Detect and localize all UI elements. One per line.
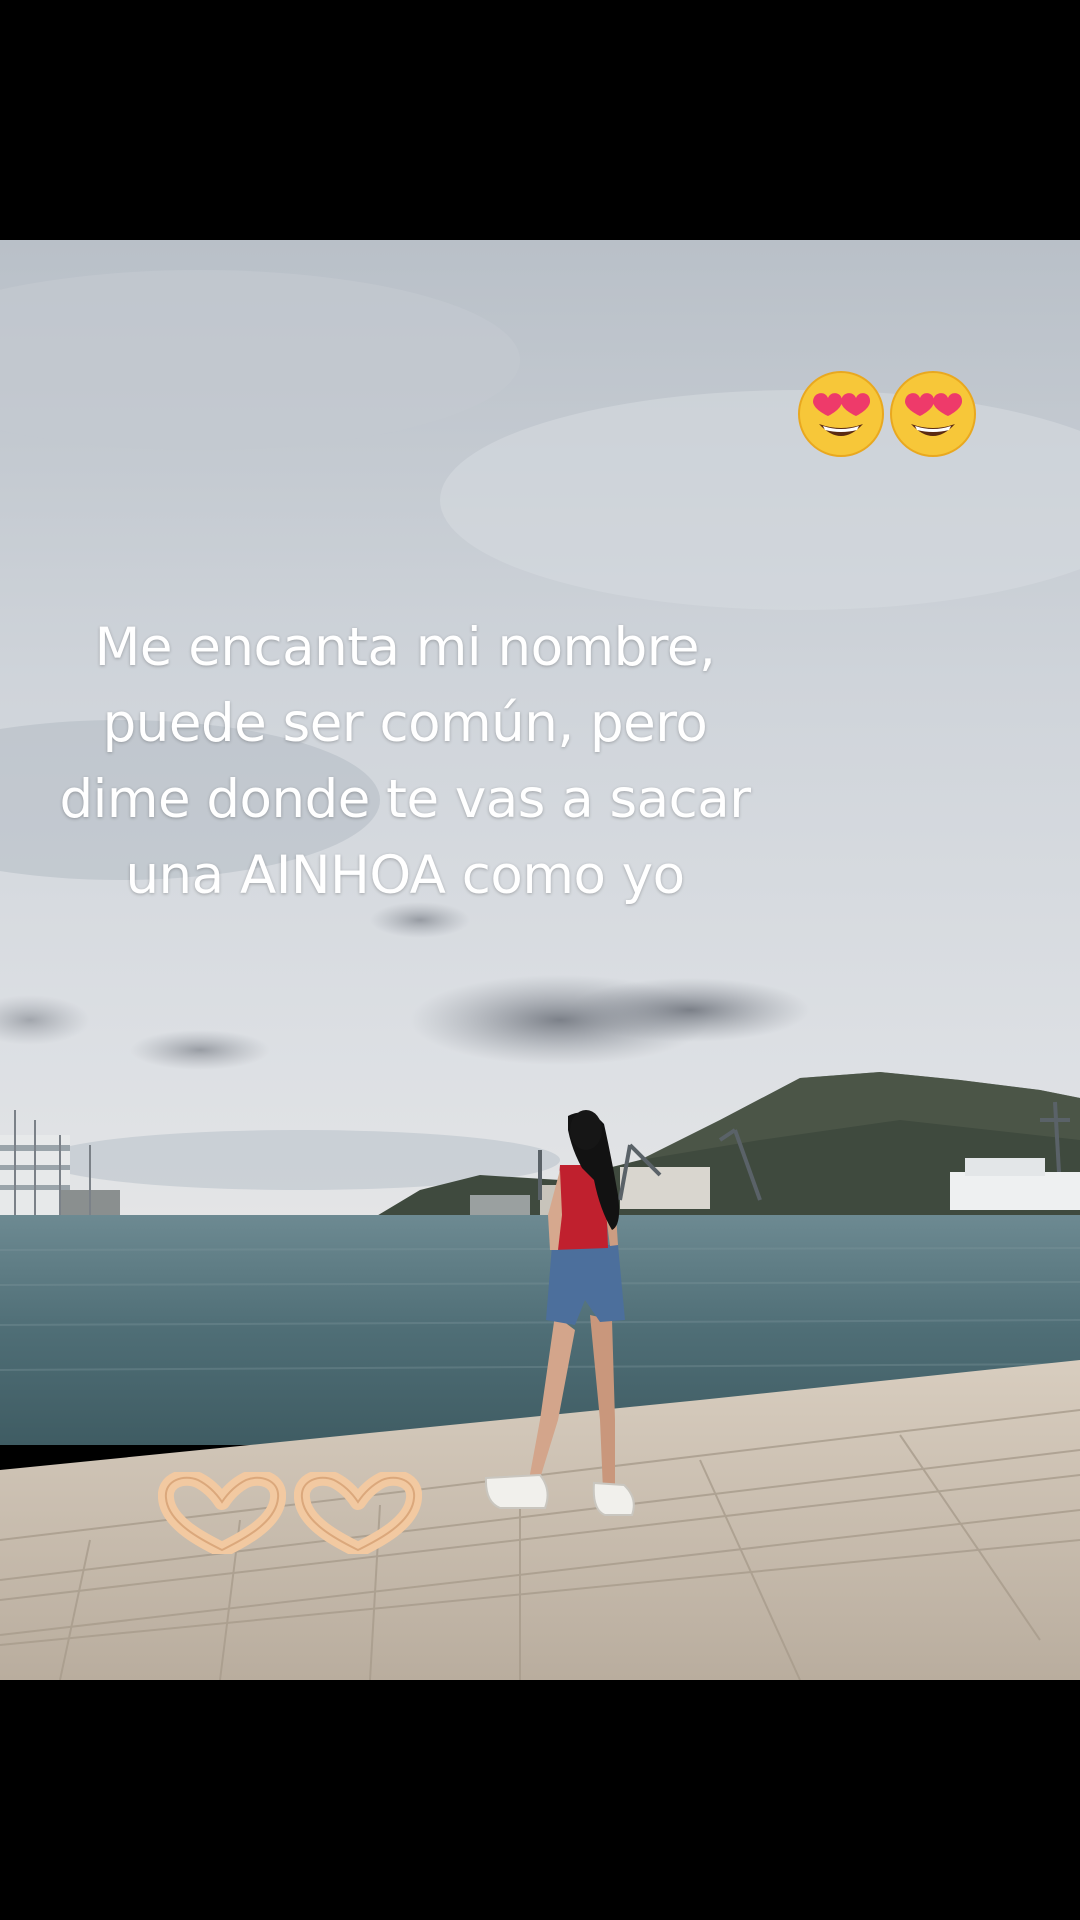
caption-line: dime donde te vas a sacar [59, 769, 751, 830]
bottom-letterbox-bar [0, 1680, 1080, 1920]
heart-eyes-emoji-icon [798, 371, 884, 457]
caption-line: Me encanta mi nombre, [94, 617, 716, 678]
story-frame: Me encanta mi nombre, puede ser común, p… [0, 0, 1080, 1920]
background-photo [0, 240, 1080, 1680]
caption-line: puede ser común, pero [102, 693, 708, 754]
yacht [950, 1172, 1080, 1210]
heart-hands-emoji-sticker-2 [294, 1472, 422, 1554]
heart-hands-emoji-sticker-1 [158, 1472, 286, 1554]
heart-hands-emoji-icon [158, 1472, 286, 1554]
heart-hands-emoji-icon [294, 1472, 422, 1554]
heart-eyes-emoji-icon [890, 371, 976, 457]
top-letterbox-bar [0, 0, 1080, 240]
heart-eyes-emoji-sticker-1 [797, 370, 885, 458]
story-caption: Me encanta mi nombre, puede ser común, p… [20, 610, 790, 914]
caption-line: una AINHOA como yo [125, 845, 685, 906]
heart-eyes-emoji-sticker-2 [889, 370, 977, 458]
